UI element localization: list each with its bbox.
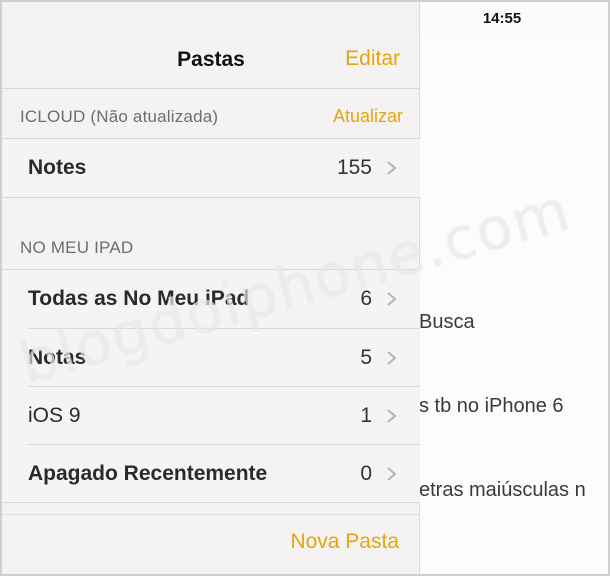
folder-count: 0 (360, 462, 372, 485)
folder-label: iOS 9 (28, 404, 81, 427)
divider (2, 197, 420, 198)
ipad-screen: Busca s tb no iPhone 6 etras maiúsculas … (0, 0, 610, 576)
folder-row-recently-deleted[interactable]: Apagado Recentemente 0 (2, 445, 420, 503)
toolbar-divider (2, 514, 420, 515)
note-text-line: s tb no iPhone 6 (419, 395, 564, 417)
new-folder-button[interactable]: Nova Pasta (290, 530, 399, 554)
refresh-button[interactable]: Atualizar (333, 106, 403, 127)
chevron-right-icon (387, 351, 397, 365)
chevron-right-icon (387, 467, 397, 481)
divider (2, 502, 420, 503)
note-text-line: etras maiúsculas n (419, 479, 586, 501)
folder-count: 1 (360, 404, 372, 427)
edit-button[interactable]: Editar (345, 47, 400, 71)
note-text-line: Busca (419, 311, 475, 333)
navigation-bar: Pastas Editar (2, 36, 420, 88)
section-header-icloud: ICLOUD (Não atualizada) (20, 107, 219, 126)
divider (2, 88, 420, 89)
folder-count: 155 (336, 156, 372, 179)
folder-row-notes[interactable]: Notes 155 (2, 139, 420, 197)
folder-label: Apagado Recentemente (28, 462, 268, 485)
chevron-right-icon (387, 161, 397, 175)
status-time: 14:55 (482, 10, 522, 27)
chevron-right-icon (387, 409, 397, 423)
folder-label: Notes (28, 156, 87, 179)
folder-count: 5 (360, 346, 372, 369)
folder-row-ios9[interactable]: iOS 9 1 (2, 387, 420, 445)
section-header-on-my-ipad: NO MEU IPAD (20, 238, 134, 257)
